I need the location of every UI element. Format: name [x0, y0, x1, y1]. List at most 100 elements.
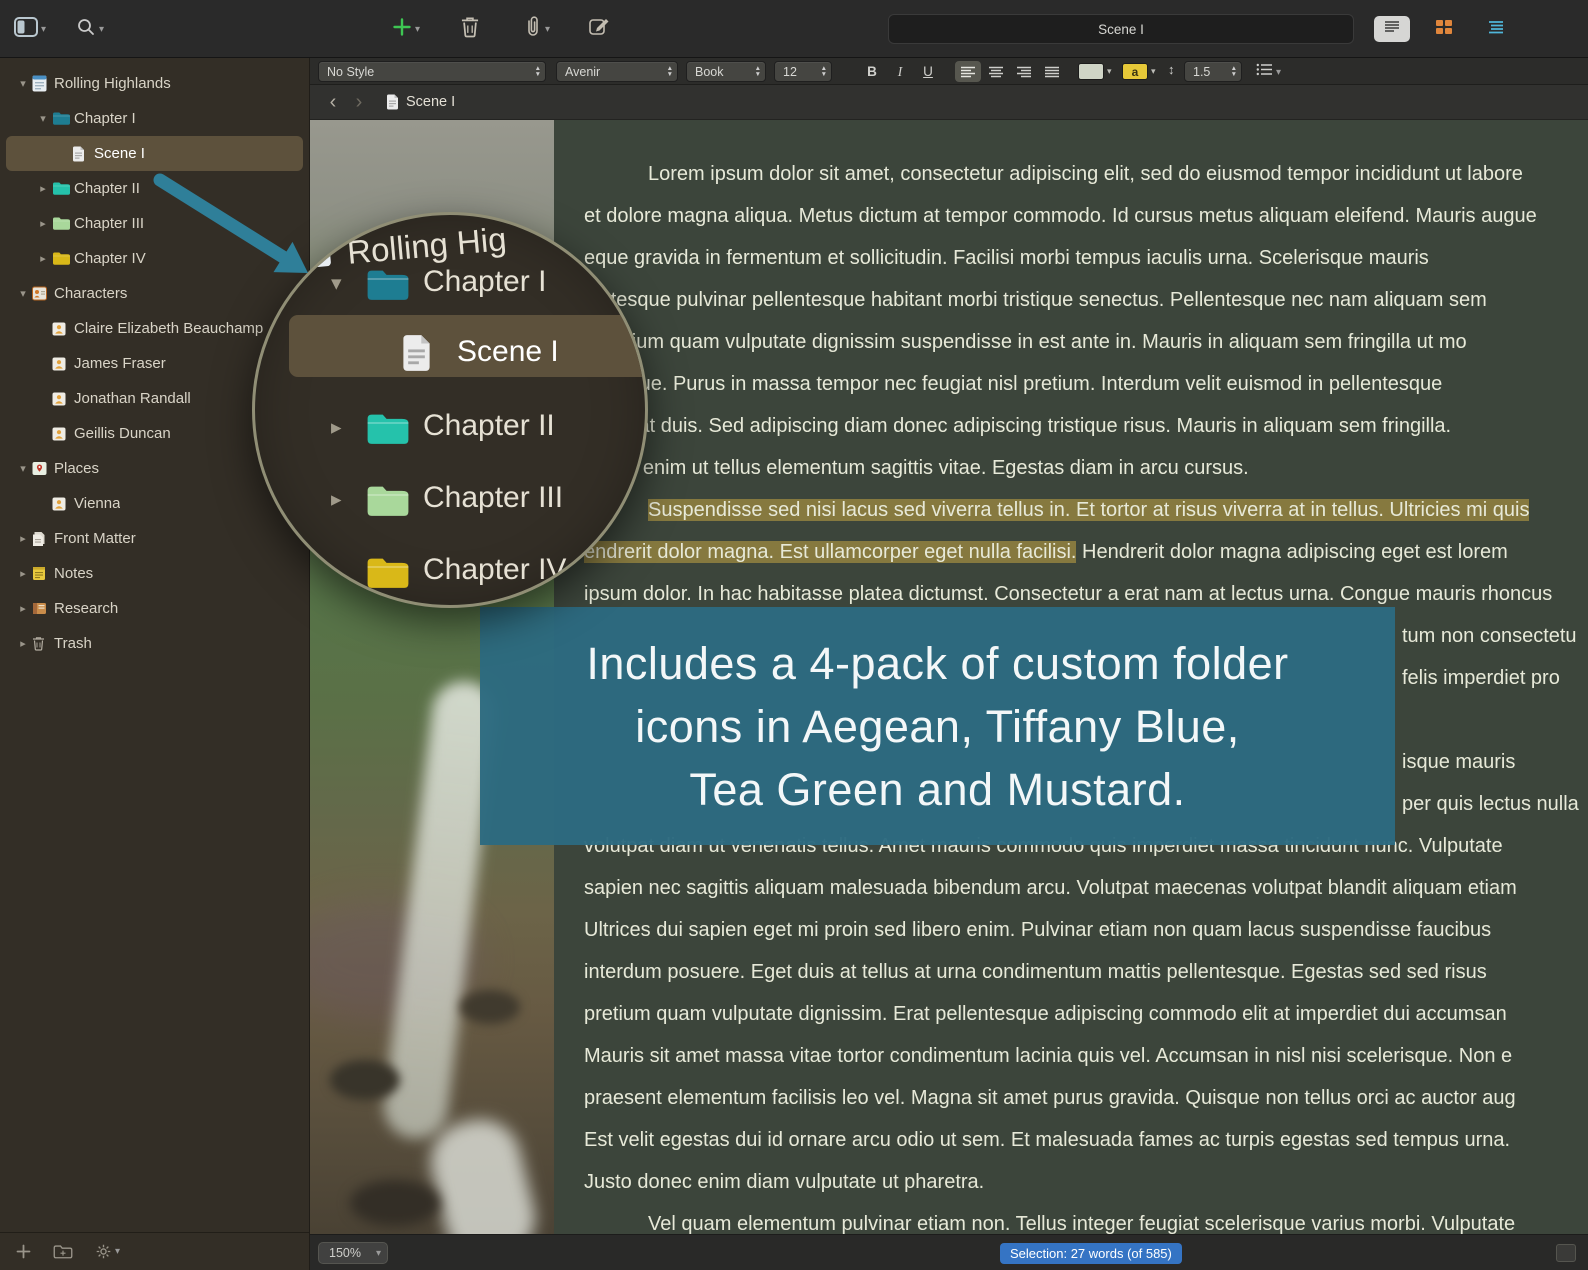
- chevron-down-icon[interactable]: ▾: [1276, 67, 1281, 78]
- body-text: praesent elementum facilisis leo vel. Ma…: [584, 1087, 1516, 1109]
- chevron-down-icon[interactable]: ▾: [545, 24, 550, 35]
- highlighted-text: endrerit dolor magna. Est ullamcorper eg…: [584, 541, 1077, 563]
- font-size-select[interactable]: 12 ▲ ▼: [774, 61, 832, 82]
- line-spacing-select[interactable]: 1.5 ▲ ▼: [1184, 61, 1242, 82]
- card-icon: [52, 497, 74, 511]
- magnified-item-label: Chapter III: [423, 481, 564, 514]
- promo-callout: Includes a 4-pack of custom folder icons…: [480, 607, 1395, 845]
- disclosure-triangle-icon[interactable]: ▸: [14, 602, 32, 615]
- doc-icon: [386, 94, 399, 110]
- outline-view-icon: [1487, 20, 1505, 39]
- editor-line: pretium quam vulputate dignissim. Erat p…: [584, 993, 1507, 1035]
- sidebar-item-label: Chapter IV: [74, 250, 146, 267]
- body-text: Lorem ipsum dolor sit amet, consectetur …: [648, 163, 1523, 185]
- trash-icon: [460, 16, 480, 43]
- sidebar-item-rolling-highlands[interactable]: ▾ Rolling Highlands: [6, 66, 303, 101]
- toolbar-title-field[interactable]: Scene I: [888, 14, 1354, 44]
- document-view-icon: [1383, 20, 1401, 39]
- stepper-icon: ▲ ▼: [820, 64, 827, 78]
- chevron-down-icon[interactable]: ▾: [1107, 66, 1112, 77]
- format-bar: No Style ▲ ▼ Avenir ▲ ▼ Book ▲ ▼ 12 ▲ ▼ B I U ▾ …: [310, 58, 1588, 85]
- editor-line: endrerit dolor magna. Est ullamcorper eg…: [584, 531, 1508, 573]
- font-variant-select[interactable]: Book ▲ ▼: [686, 61, 766, 82]
- disclosure-triangle-icon[interactable]: ▸: [14, 637, 32, 650]
- chevron-down-icon[interactable]: ▾: [41, 24, 46, 35]
- disclosure-triangle-icon[interactable]: ▾: [34, 112, 52, 125]
- add-item-button[interactable]: ▾: [392, 15, 420, 43]
- chevron-down-icon: ▾: [375, 1247, 381, 1259]
- view-mode-document-button[interactable]: [1374, 16, 1410, 42]
- search-icon: [76, 17, 96, 42]
- align-right-button[interactable]: [1011, 61, 1037, 82]
- underline-button[interactable]: U: [916, 61, 940, 82]
- panel-toggle-button[interactable]: ▾: [14, 15, 46, 43]
- disclosure-triangle-icon[interactable]: ▸: [14, 567, 32, 580]
- card-icon: [52, 427, 74, 441]
- manuscript-icon: [32, 75, 54, 92]
- search-button[interactable]: ▾: [76, 15, 104, 43]
- add-document-button[interactable]: [16, 1244, 31, 1259]
- disclosure-triangle-icon[interactable]: ▾: [14, 77, 32, 90]
- corkboard-view-icon: [1435, 19, 1453, 40]
- align-center-button[interactable]: [983, 61, 1009, 82]
- editor-line: placerat duis. Sed adipiscing diam donec…: [584, 405, 1451, 447]
- paperclip-icon: [522, 15, 542, 43]
- editor-line: sapien nec sagittis aliquam malesuada bi…: [584, 867, 1517, 909]
- stepper-icon: ▲ ▼: [754, 64, 761, 78]
- editor-line: tum non consectetu: [1402, 615, 1577, 657]
- chevron-down-icon[interactable]: ▾: [99, 24, 104, 35]
- link-button[interactable]: ▾: [522, 15, 550, 43]
- callout-line: icons in Aegean, Tiffany Blue,: [635, 700, 1240, 752]
- settings-button[interactable]: ▾: [95, 1243, 120, 1260]
- view-mode-corkboard-button[interactable]: [1426, 16, 1462, 42]
- sidebar-item-label: Front Matter: [54, 530, 136, 547]
- font-family-select[interactable]: Avenir ▲ ▼: [556, 61, 678, 82]
- zoom-select[interactable]: 150% ▾: [318, 1242, 388, 1264]
- magnified-item-label: Chapter IV: [423, 553, 567, 586]
- style-select[interactable]: No Style ▲ ▼: [318, 61, 546, 82]
- chevron-down-icon[interactable]: ▾: [1151, 66, 1156, 77]
- disclosure-triangle-icon[interactable]: ▸: [34, 217, 52, 230]
- body-text: per quis lectus nulla: [1402, 793, 1579, 815]
- chevron-down-icon[interactable]: ▾: [115, 1246, 120, 1257]
- disclosure-triangle-icon: ▸: [331, 488, 342, 511]
- sidebar-item-trash[interactable]: ▸ Trash: [6, 626, 303, 661]
- editor-line: Vel quam elementum pulvinar etiam non. T…: [648, 1203, 1515, 1234]
- disclosure-triangle-icon[interactable]: ▾: [14, 287, 32, 300]
- compose-icon: [588, 16, 610, 43]
- app-window: ▾ ▾ ▾ ▾ Scene I ▾ Rolling Highlands ▾ Ch…: [0, 0, 1588, 1270]
- list-icon: [1256, 63, 1273, 81]
- disclosure-triangle-icon[interactable]: ▸: [34, 252, 52, 265]
- text-color-well[interactable]: [1078, 63, 1104, 80]
- align-left-button[interactable]: [955, 61, 981, 82]
- nav-forward-button[interactable]: ›: [346, 91, 372, 114]
- trash-button[interactable]: [460, 15, 480, 43]
- nav-back-button[interactable]: ‹: [320, 91, 346, 114]
- magnified-item-chapter-iv: ▸ Chapter IV: [255, 537, 645, 605]
- view-mode-outline-button[interactable]: [1478, 16, 1514, 42]
- align-justify-button[interactable]: [1039, 61, 1065, 82]
- italic-button[interactable]: I: [888, 61, 912, 82]
- bold-button[interactable]: B: [860, 61, 884, 82]
- disclosure-triangle-icon[interactable]: ▸: [34, 182, 52, 195]
- body-text: pretium quam vulputate dignissim. Erat p…: [584, 1003, 1507, 1025]
- chevron-down-icon[interactable]: ▾: [415, 24, 420, 35]
- highlight-color-well[interactable]: a: [1122, 63, 1148, 80]
- disclosure-triangle-icon[interactable]: ▾: [14, 462, 32, 475]
- sidebar-item-scene-i[interactable]: Scene I: [6, 136, 303, 171]
- sidebar-item-chapter-i[interactable]: ▾ Chapter I: [6, 101, 303, 136]
- list-format-button[interactable]: ▾: [1256, 63, 1281, 81]
- sidebar-item-label: Characters: [54, 285, 128, 302]
- magnified-item-chapter-iii: ▸ Chapter III: [255, 465, 645, 537]
- body-text: interdum posuere. Eget duis at tellus at…: [584, 961, 1487, 983]
- body-text: . Pretium quam vulputate dignissim suspe…: [584, 331, 1467, 353]
- disclosure-triangle-icon: ▾: [331, 272, 342, 295]
- body-text: placerat duis. Sed adipiscing diam donec…: [584, 415, 1452, 437]
- places-icon: [32, 461, 54, 476]
- status-right-icon[interactable]: [1556, 1244, 1576, 1262]
- compose-button[interactable]: [588, 15, 610, 43]
- sidebar-footer: ▾: [0, 1232, 309, 1270]
- editor-line: mattis enim ut tellus elementum sagittis…: [584, 447, 1249, 489]
- add-folder-button[interactable]: [53, 1244, 73, 1259]
- disclosure-triangle-icon[interactable]: ▸: [14, 532, 32, 545]
